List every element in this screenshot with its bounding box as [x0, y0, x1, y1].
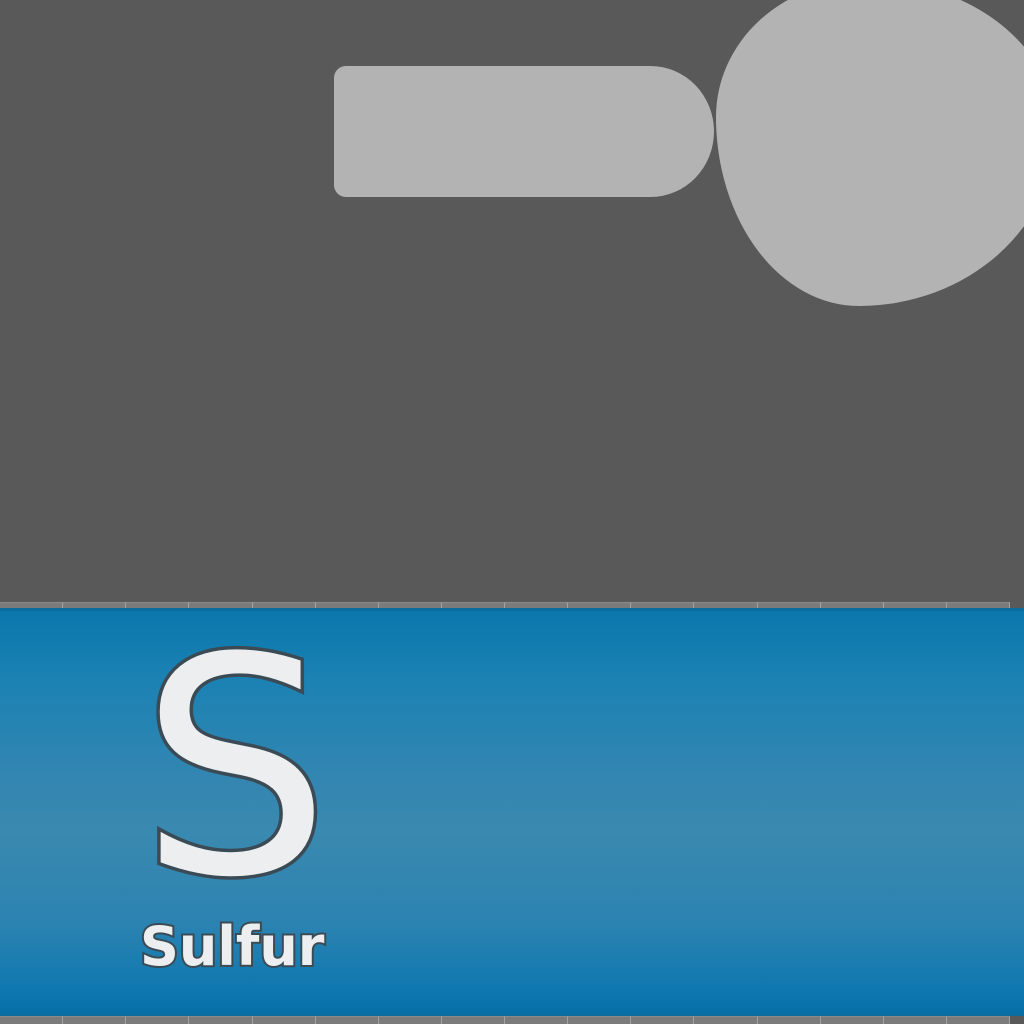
placeholder-round-shape	[716, 0, 1024, 306]
tile	[126, 1016, 190, 1024]
tile	[378, 1016, 442, 1024]
element-name-label: Sulfur	[138, 913, 326, 980]
tile	[441, 1016, 505, 1024]
tile	[189, 1016, 253, 1024]
tile	[252, 1016, 316, 1024]
game-screen: S Sulfur	[0, 0, 1024, 1024]
placeholder-bar-shape	[334, 66, 714, 197]
tile	[694, 1016, 758, 1024]
tile	[946, 1016, 1010, 1024]
tile	[757, 1016, 821, 1024]
tile	[631, 1016, 695, 1024]
tile	[505, 1016, 569, 1024]
tile	[820, 1016, 884, 1024]
tile	[568, 1016, 632, 1024]
tile	[63, 1016, 127, 1024]
tile	[0, 1016, 64, 1024]
tile-strip-bottom	[0, 1016, 1010, 1024]
tile	[315, 1016, 379, 1024]
element-symbol: S	[137, 594, 334, 943]
tile	[883, 1016, 947, 1024]
